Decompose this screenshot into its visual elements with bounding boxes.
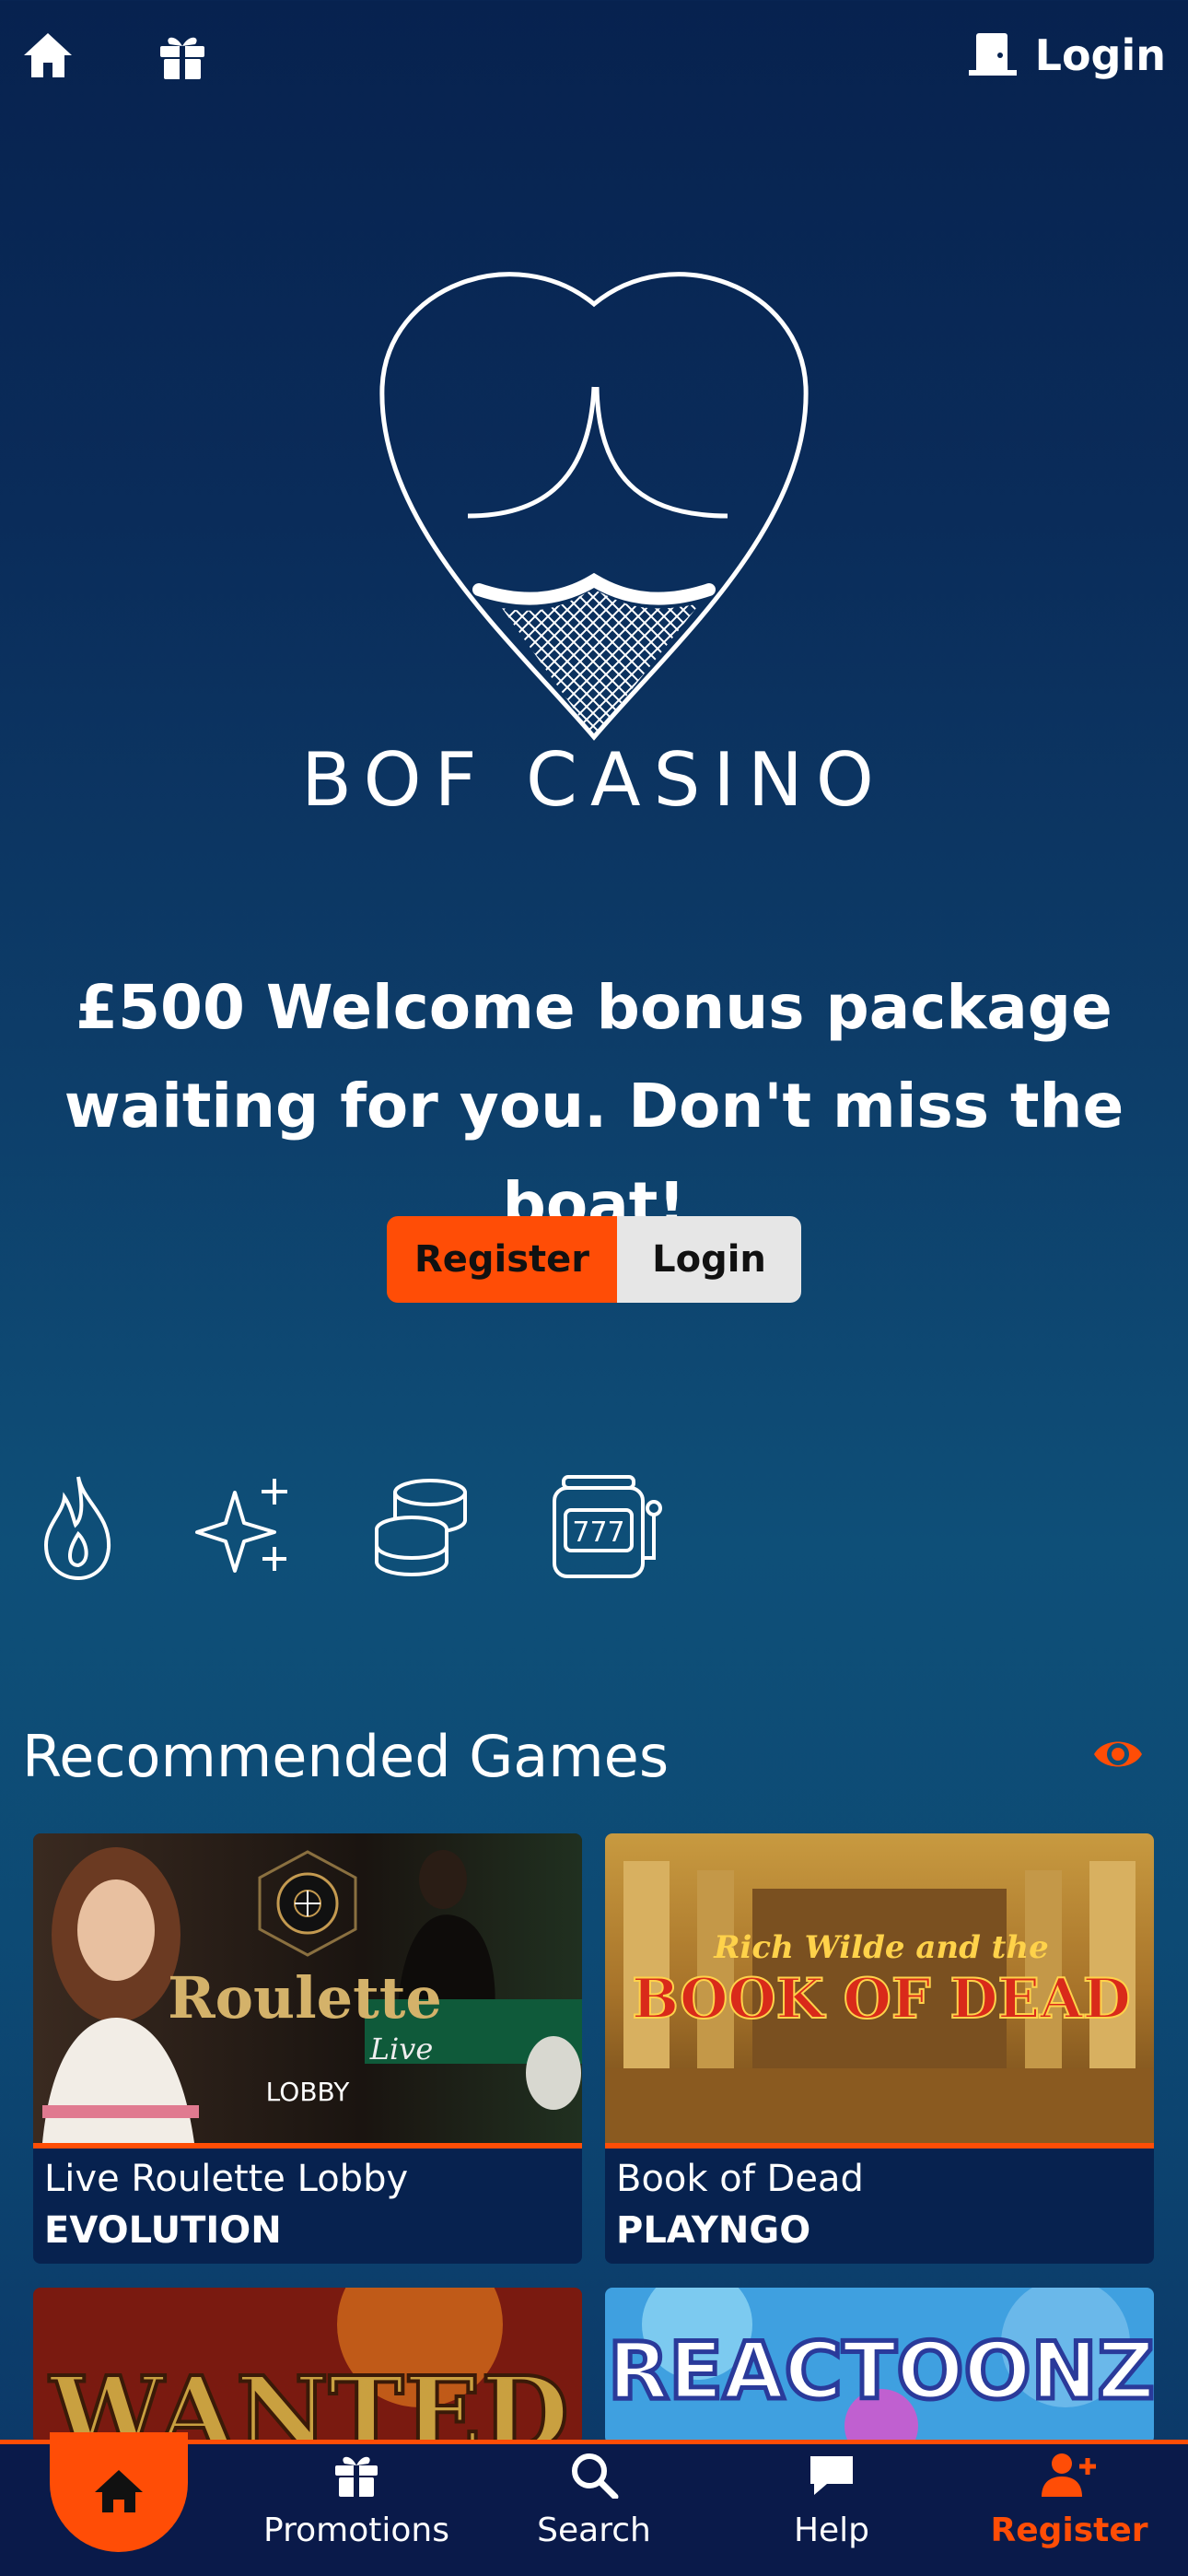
game-title: Book of Dead	[616, 2158, 864, 2200]
register-button[interactable]: Register	[387, 1216, 617, 1303]
login-link[interactable]: Login	[967, 26, 1166, 85]
game-thumbnail[interactable]: Rich Wilde and the BOOK OF DEAD	[605, 1833, 1154, 2143]
thumb-subtitle: Live	[369, 2032, 434, 2067]
home-icon[interactable]	[20, 28, 76, 83]
login-button[interactable]: Login	[617, 1216, 801, 1303]
nav-help[interactable]: Help	[712, 2451, 951, 2549]
door-icon	[967, 29, 1019, 81]
game-card[interactable]: WANTED	[33, 2288, 582, 2444]
nav-register-label: Register	[990, 2512, 1148, 2549]
thumb-tag: LOBBY	[266, 2077, 351, 2107]
thumb-title: REACTOONZ	[608, 2325, 1154, 2418]
auth-buttons: Register Login	[387, 1216, 801, 1303]
chat-bubble-icon	[810, 2456, 853, 2495]
nav-search-label: Search	[537, 2512, 651, 2549]
game-provider: PLAYNGO	[616, 2209, 811, 2252]
thumb-title: WANTED	[49, 2354, 568, 2444]
game-card[interactable]: Rich Wilde and the BOOK OF DEAD Book of …	[605, 1833, 1154, 2264]
game-card[interactable]: Roulette Live LOBBY Live Roulette Lobby …	[33, 1833, 582, 2264]
game-card[interactable]: REACTOONZ	[605, 2288, 1154, 2444]
sparkles-icon[interactable]	[193, 1469, 295, 1585]
brand-name: BOF CASINO	[301, 737, 887, 823]
card-accent-bar	[605, 2143, 1154, 2149]
home-icon	[93, 2466, 145, 2518]
headline-line-1: £500 Welcome bonus package	[76, 972, 1112, 1043]
section-title-recommended: Recommended Games	[22, 1723, 670, 1790]
game-title: Live Roulette Lobby	[44, 2158, 409, 2200]
flame-icon[interactable]	[37, 1469, 120, 1585]
coins-icon[interactable]	[373, 1469, 470, 1585]
card-accent-bar	[33, 2143, 582, 2149]
game-provider: EVOLUTION	[44, 2209, 282, 2252]
welcome-headline: £500 Welcome bonus package waiting for y…	[0, 958, 1188, 1254]
gift-icon	[335, 2456, 378, 2497]
nav-help-label: Help	[793, 2512, 870, 2549]
nav-register[interactable]: Register	[949, 2451, 1188, 2549]
login-label: Login	[1034, 30, 1166, 80]
nav-promotions-label: Promotions	[263, 2512, 449, 2549]
thumb-subtitle: Rich Wilde and the	[713, 1929, 1049, 1966]
search-icon	[572, 2453, 619, 2500]
thumb-title: BOOK OF DEAD	[632, 1967, 1131, 2032]
thumb-title: Roulette	[168, 1964, 442, 2032]
svg-text:777: 777	[572, 1516, 624, 1549]
game-thumbnail[interactable]: Roulette Live LOBBY	[33, 1833, 582, 2143]
eye-icon[interactable]	[1092, 1728, 1144, 1780]
gift-icon[interactable]	[155, 28, 210, 83]
add-user-icon	[1042, 2453, 1096, 2497]
slot-machine-icon[interactable]: 777	[549, 1469, 669, 1585]
nav-search[interactable]: Search	[474, 2451, 714, 2549]
top-bar: Login	[0, 0, 1188, 111]
nav-promotions[interactable]: Promotions	[237, 2451, 476, 2549]
brand-logo: BOF CASINO	[0, 249, 1188, 838]
